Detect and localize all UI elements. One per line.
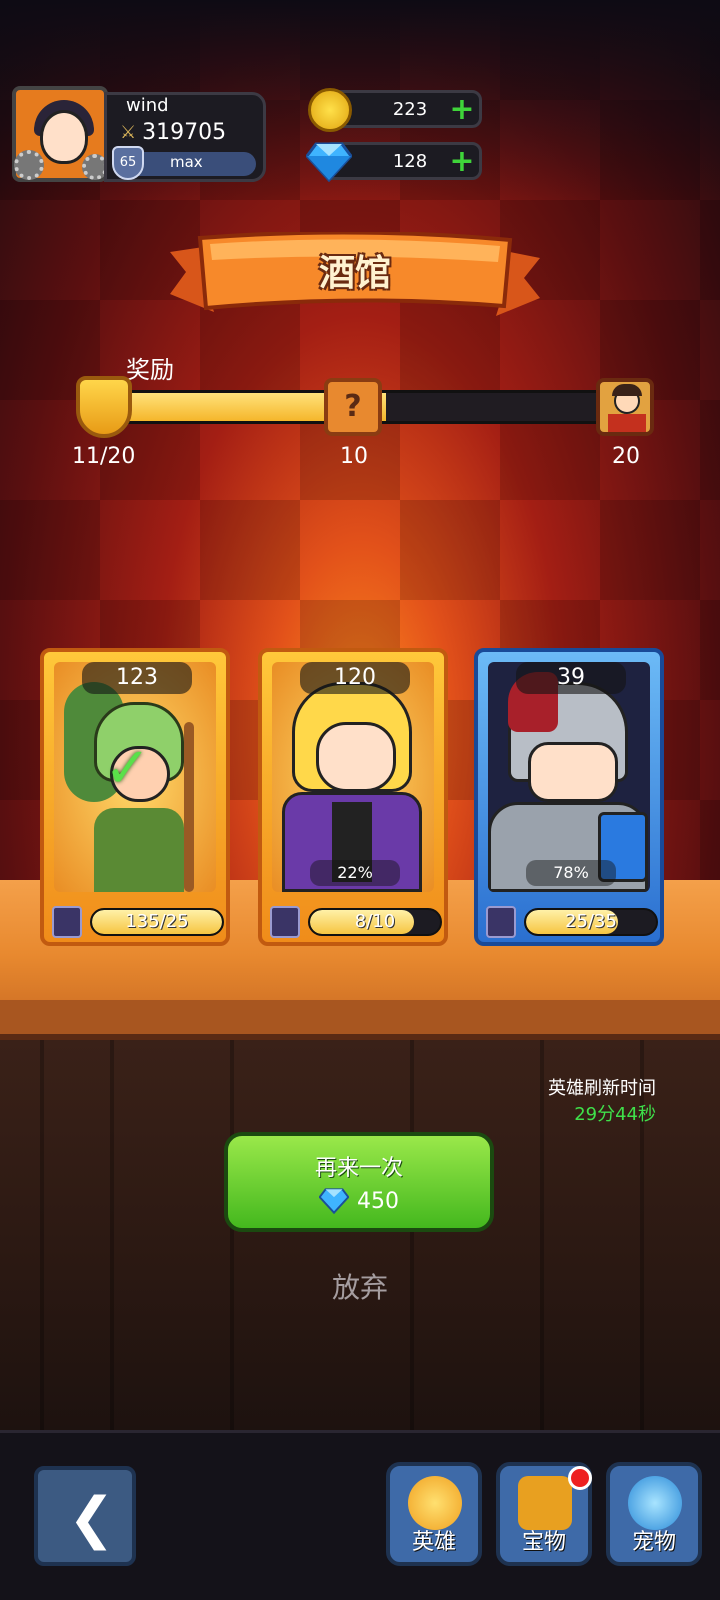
card-deck-icon (486, 906, 516, 938)
hero-power: 123 (82, 662, 192, 694)
tab-pets-label: 宠物 (631, 1530, 676, 1555)
hero-percent: 22% (310, 860, 400, 886)
level-status: max (170, 153, 203, 171)
back-button[interactable]: ❮ (34, 1466, 136, 1566)
fragment-progress: 8/10 (308, 908, 442, 936)
refresh-timer: 29分44秒 (574, 1104, 656, 1125)
hero-card-mage[interactable]: 120 22% 8/10 (258, 648, 448, 946)
gold-coin-icon (308, 88, 352, 132)
milestone-10: 10 (340, 444, 368, 469)
fragment-count: 8/10 (354, 911, 396, 932)
tab-heroes[interactable]: 英雄 (386, 1462, 482, 1566)
fragment-progress: 25/35 (524, 908, 658, 936)
chevron-left-icon: ❮ (68, 1486, 115, 1551)
player-name: wind (126, 95, 169, 116)
hero-reward-icon[interactable] (596, 378, 654, 436)
hero-power: 39 (516, 662, 626, 694)
refresh-label: 英雄刷新时间 (548, 1078, 656, 1099)
hero-card-knight[interactable]: 39 78% 25/35 (474, 648, 664, 946)
pet-tab-icon (628, 1476, 682, 1530)
crossed-swords-icon: ⚔ (120, 122, 137, 143)
page-title: 酒馆 (318, 253, 391, 294)
owned-check-icon: ✓ (104, 736, 151, 801)
hero-percent: 78% (526, 860, 616, 886)
recruit-again-label: 再来一次 (314, 1156, 403, 1181)
card-deck-icon (270, 906, 300, 938)
notification-dot (568, 1466, 592, 1490)
tab-treasures-label: 宝物 (521, 1530, 566, 1555)
recruit-cost: 450 (228, 1188, 490, 1214)
recruit-again-button[interactable]: 再来一次 450 (224, 1132, 494, 1232)
gold-amount: 223 (392, 99, 428, 120)
fragment-count: 135/25 (125, 911, 189, 932)
hero-power: 120 (300, 662, 410, 694)
tab-pets[interactable]: 宠物 (606, 1462, 702, 1566)
diamond-icon (306, 142, 352, 182)
recruit-cost-value: 450 (357, 1188, 399, 1214)
tab-heroes-label: 英雄 (411, 1530, 456, 1555)
shield-icon (76, 376, 132, 438)
hero-portrait-knight (488, 662, 650, 892)
hero-portrait-mage (272, 662, 434, 892)
reward-progress-text: 11/20 (72, 444, 136, 469)
gem-amount: 128 (392, 151, 428, 172)
table-edge (0, 1000, 720, 1040)
diamond-icon (319, 1188, 349, 1214)
abandon-button[interactable]: 放弃 (0, 1266, 720, 1306)
reward-label: 奖励 (126, 356, 174, 384)
card-deck-icon (52, 906, 82, 938)
treasure-tab-icon (518, 1476, 572, 1530)
hero-card-dryad[interactable]: ✓ 123 135/25 (40, 648, 230, 946)
fragment-progress: 135/25 (90, 908, 224, 936)
milestone-20: 20 (612, 444, 640, 469)
add-gem-plus-icon[interactable]: + (449, 147, 475, 177)
combat-power: 319705 (142, 120, 227, 145)
settings-gear-icon[interactable] (14, 150, 44, 180)
mystery-hero-reward-icon[interactable]: ? (324, 378, 382, 436)
fragment-count: 25/35 (565, 911, 617, 932)
hero-tab-icon (408, 1476, 462, 1530)
level-badge: 65 (112, 146, 144, 180)
add-gold-plus-icon[interactable]: + (449, 95, 475, 125)
power-row: ⚔ 319705 (120, 120, 226, 145)
